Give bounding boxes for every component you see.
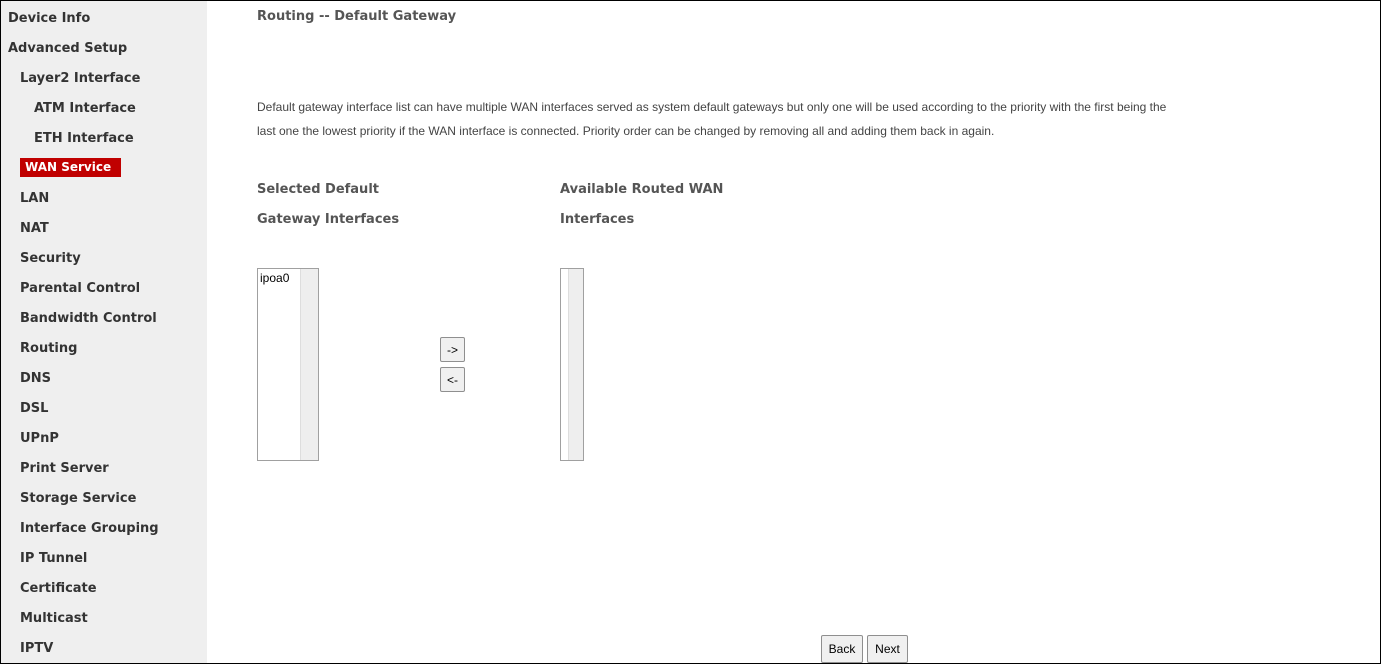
sidebar-item-routing[interactable]: Routing [1,334,226,364]
next-button[interactable]: Next [867,635,908,663]
description: Default gateway interface list can have … [257,95,1357,143]
sidebar-item-ip-tunnel[interactable]: IP Tunnel [1,544,226,574]
selected-list-scrollbar[interactable] [300,269,318,460]
main-content: Routing -- Default Gateway Default gatew… [257,0,1381,664]
sidebar-item-storage-service[interactable]: Storage Service [1,484,226,514]
sidebar-item-wan-service[interactable]: WAN Service [1,156,226,180]
sidebar-item-dsl[interactable]: DSL [1,394,226,424]
selected-gateways-list[interactable]: ipoa0 [257,268,319,461]
available-list-scrollbar[interactable] [568,269,583,460]
sidebar-item-parental-control[interactable]: Parental Control [1,274,226,304]
sidebar-nav: Device Info Advanced Setup Layer2 Interf… [1,1,207,663]
move-right-button[interactable]: -> [440,337,465,362]
available-wan-header-line-1: Available Routed WAN [560,182,724,197]
sidebar-item-upnp[interactable]: UPnP [1,424,226,454]
sidebar-item-certificate[interactable]: Certificate [1,574,226,604]
sidebar-item-dns[interactable]: DNS [1,364,226,394]
sidebar-item-bandwidth-control[interactable]: Bandwidth Control [1,304,226,334]
selected-gateways-header-line-1: Selected Default [257,182,379,197]
sidebar-item-lan[interactable]: LAN [1,184,226,214]
sidebar-item-nat[interactable]: NAT [1,214,226,244]
available-wan-header-line-2: Interfaces [560,212,635,227]
sidebar-item-eth-interface[interactable]: ETH Interface [1,124,240,154]
move-left-button[interactable]: <- [440,367,465,392]
sidebar-item-device-info[interactable]: Device Info [1,4,214,34]
sidebar-item-interface-grouping[interactable]: Interface Grouping [1,514,226,544]
sidebar-item-iptv[interactable]: IPTV [1,634,226,664]
sidebar-item-layer2-interface[interactable]: Layer2 Interface [1,64,226,94]
sidebar-item-print-server[interactable]: Print Server [1,454,226,484]
selected-gateways-header-line-2: Gateway Interfaces [257,212,400,227]
description-line-2: last one the lowest priority if the WAN … [257,124,995,138]
sidebar-item-multicast[interactable]: Multicast [1,604,226,634]
sidebar-item-security[interactable]: Security [1,244,226,274]
available-wan-list[interactable] [560,268,584,461]
description-line-1: Default gateway interface list can have … [257,100,1167,114]
sidebar-item-atm-interface[interactable]: ATM Interface [1,94,240,124]
back-button[interactable]: Back [821,635,863,663]
available-wan-header: Available Routed WAN Interfaces [560,175,723,235]
selected-gateways-header: Selected Default Gateway Interfaces [257,175,399,235]
sidebar-item-advanced-setup[interactable]: Advanced Setup [1,34,214,64]
sidebar-item-wan-service-label: WAN Service [20,158,122,177]
page-title: Routing -- Default Gateway [257,9,457,24]
